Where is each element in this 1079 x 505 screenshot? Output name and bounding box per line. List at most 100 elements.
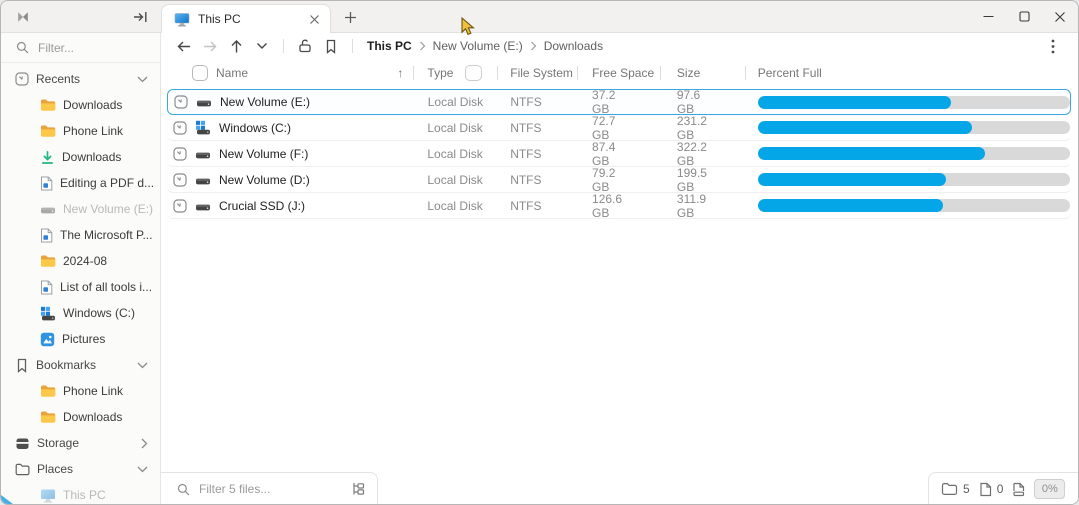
column-header-type[interactable]: Type: [427, 66, 453, 80]
drive-free-space: 126.6 GB: [592, 192, 630, 220]
monitor-icon: [174, 12, 190, 27]
more-options-icon[interactable]: [1042, 35, 1064, 57]
sidebar-item-windows-c[interactable]: Windows (C:): [1, 300, 160, 326]
drive-size: 97.6 GB: [677, 88, 715, 116]
sidebar-item-phone-link[interactable]: Phone Link: [1, 378, 160, 404]
clock-badge-icon: [173, 147, 187, 161]
sidebar-item-list-of-all-tools-i[interactable]: List of all tools i...: [1, 274, 160, 300]
tab-close-icon[interactable]: [309, 14, 320, 25]
files-filter-input[interactable]: Filter 5 files...: [161, 472, 378, 505]
sidebar-item-downloads[interactable]: Downloads: [1, 404, 160, 430]
sidebar-item-downloads[interactable]: Downloads: [1, 92, 160, 118]
drive-free-space: 79.2 GB: [592, 166, 630, 194]
sidebar-item-phone-link[interactable]: Phone Link: [1, 118, 160, 144]
percent-full-fill: [758, 147, 985, 160]
forward-icon[interactable]: [199, 35, 221, 57]
file-manager-window: This PC: [0, 0, 1079, 505]
sidebar-section-places[interactable]: Places: [1, 456, 160, 482]
folder-icon: [40, 384, 56, 398]
storage-icon: [15, 436, 30, 451]
tree-view-icon[interactable]: [350, 481, 367, 497]
status-bar: Filter 5 files... 5 0: [161, 472, 1078, 505]
sidebar-toggle-icon[interactable]: [132, 9, 149, 25]
drive-row-crucial-ssd-j[interactable]: Crucial SSD (J:)Local DiskNTFS126.6 GB31…: [167, 193, 1071, 219]
table-header-row: Name ↑ Type File System Free Space Size …: [167, 59, 1071, 87]
sidebar-item-this-pc[interactable]: This PC: [1, 482, 160, 505]
column-header-file-system[interactable]: File System: [510, 66, 573, 80]
document-icon: [40, 228, 53, 243]
column-header-percent-full[interactable]: Percent Full: [758, 66, 822, 80]
clock-badge-icon: [173, 121, 187, 135]
toolbar-divider: [352, 39, 353, 53]
sidebar-nav: RecentsDownloadsPhone LinkDownloadsEditi…: [1, 63, 160, 505]
drive-name: New Volume (D:): [219, 173, 310, 187]
column-header-size[interactable]: Size: [677, 66, 700, 80]
up-icon[interactable]: [225, 35, 247, 57]
breadcrumb-new-volume-e[interactable]: New Volume (E:): [433, 39, 523, 53]
sidebar-section-label: Places: [37, 462, 137, 476]
drive-file-system: NTFS: [510, 173, 541, 187]
clock-badge-icon: [173, 199, 187, 213]
maximize-button[interactable]: [1006, 1, 1042, 32]
chevron-down-icon: [137, 76, 148, 83]
close-window-button[interactable]: [1042, 1, 1078, 32]
sidebar-item-label: This PC: [63, 488, 106, 502]
sidebar: Filter... RecentsDownloadsPhone LinkDown…: [1, 33, 161, 505]
drive-free-space: 87.4 GB: [592, 140, 630, 168]
chevron-down-icon: [137, 362, 148, 369]
sidebar-item-label: Windows (C:): [63, 306, 135, 320]
breadcrumb-this-pc[interactable]: This PC: [367, 39, 412, 53]
sidebar-item-label: Phone Link: [63, 384, 123, 398]
sidebar-item-pictures[interactable]: Pictures: [1, 326, 160, 352]
clock-badge-icon: [173, 173, 187, 187]
drive-row-new-volume-d[interactable]: New Volume (D:)Local DiskNTFS79.2 GB199.…: [167, 167, 1071, 193]
sidebar-filter-input[interactable]: Filter...: [1, 33, 160, 63]
search-icon: [16, 41, 29, 54]
bookmark-icon[interactable]: [320, 35, 342, 57]
drive-row-new-volume-e[interactable]: New Volume (E:)Local DiskNTFS37.2 GB97.6…: [167, 89, 1071, 115]
sidebar-section-recents[interactable]: Recents: [1, 66, 160, 92]
sidebar-item-new-volume-e[interactable]: New Volume (E:): [1, 196, 160, 222]
sidebar-section-storage[interactable]: Storage: [1, 430, 160, 456]
toolbar-divider: [283, 39, 284, 53]
sidebar-item-label: Downloads: [63, 98, 122, 112]
sidebar-section-label: Bookmarks: [36, 358, 137, 372]
sidebar-item-downloads[interactable]: Downloads: [1, 144, 160, 170]
file-count-icon: [979, 482, 992, 497]
windows-drive-icon: [195, 120, 211, 135]
sidebar-section-label: Storage: [37, 436, 141, 450]
percent-full-fill: [758, 121, 972, 134]
tab-bar: This PC: [161, 1, 970, 32]
back-icon[interactable]: [173, 35, 195, 57]
drive-type: Local Disk: [427, 121, 482, 135]
operation-progress-badge: 0%: [1034, 479, 1065, 499]
window-controls: [970, 1, 1078, 32]
sidebar-item-label: Downloads: [63, 410, 122, 424]
percent-full-bar: [758, 173, 1070, 186]
column-header-name[interactable]: Name: [216, 66, 397, 80]
sort-ascending-icon[interactable]: ↑: [397, 66, 403, 80]
status-summary: 5 0 0%: [928, 472, 1078, 505]
new-tab-button[interactable]: [337, 4, 363, 30]
tab-this-pc[interactable]: This PC: [161, 4, 331, 33]
drive-name: New Volume (E:): [220, 95, 310, 109]
bookmark-icon: [15, 358, 29, 373]
minimize-button[interactable]: [970, 1, 1006, 32]
breadcrumb-downloads[interactable]: Downloads: [544, 39, 603, 53]
column-header-free-space[interactable]: Free Space: [592, 66, 654, 80]
sidebar-section-bookmarks[interactable]: Bookmarks: [1, 352, 160, 378]
drive-row-windows-c[interactable]: Windows (C:)Local DiskNTFS72.7 GB231.2 G…: [167, 115, 1071, 141]
drive-list: New Volume (E:)Local DiskNTFS37.2 GB97.6…: [161, 87, 1078, 219]
places-folder-icon: [15, 463, 30, 476]
sidebar-item-2024-08[interactable]: 2024-08: [1, 248, 160, 274]
select-all-checkbox[interactable]: [192, 65, 208, 81]
sidebar-item-the-microsoft-p[interactable]: The Microsoft P...: [1, 222, 160, 248]
history-dropdown-icon[interactable]: [251, 35, 273, 57]
sidebar-item-editing-a-pdf-d[interactable]: Editing a PDF d...: [1, 170, 160, 196]
drive-size: 322.2 GB: [677, 140, 715, 168]
chevron-right-icon: [419, 41, 426, 51]
unlock-icon[interactable]: [294, 35, 316, 57]
sidebar-item-label: The Microsoft P...: [60, 228, 152, 242]
drive-row-new-volume-f[interactable]: New Volume (F:)Local DiskNTFS87.4 GB322.…: [167, 141, 1071, 167]
type-filter-checkbox[interactable]: [465, 65, 482, 81]
